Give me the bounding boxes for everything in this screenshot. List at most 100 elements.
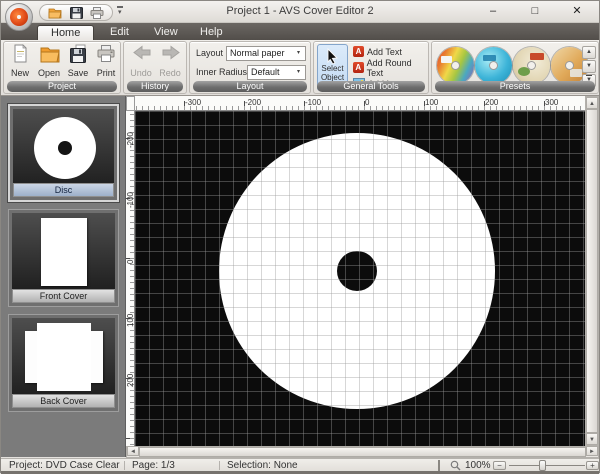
save-floppy-icon <box>68 44 88 63</box>
close-button[interactable]: ✕ <box>557 1 597 22</box>
undo-button[interactable]: Undo ▾ <box>127 44 155 82</box>
sidebar-item-disc[interactable]: Disc <box>8 104 119 202</box>
disc-object[interactable] <box>219 133 495 409</box>
horizontal-scrollbar[interactable]: ◄ ► <box>126 446 599 458</box>
back-cover-thumbnail <box>12 318 115 396</box>
front-cover-thumbnail <box>12 213 115 291</box>
hruler-label: -200 <box>245 98 261 107</box>
cursor-arrow-icon <box>325 48 340 64</box>
front-cover-page <box>41 218 87 286</box>
vruler-label: -100 <box>126 190 135 210</box>
inner-radius-field-label: Inner Radius <box>196 65 247 80</box>
front-cover-label: Front Cover <box>12 289 115 303</box>
print-button[interactable]: Print <box>92 44 120 82</box>
zoom-section-divider <box>438 460 440 471</box>
magnifier-icon <box>450 460 461 471</box>
tab-view[interactable]: View <box>141 25 191 40</box>
scroll-left-icon[interactable]: ◄ <box>127 446 139 456</box>
preset-hole <box>527 61 536 70</box>
disc-preset-travel[interactable] <box>513 47 550 84</box>
group-label-project: Project <box>7 81 117 92</box>
pages-sidebar: Disc Front Cover Back Cover <box>1 96 126 457</box>
group-history: Undo ▾ Redo ▾ History <box>123 41 187 94</box>
scroll-down-icon[interactable]: ▼ <box>586 433 598 445</box>
design-canvas[interactable] <box>135 111 585 446</box>
hruler-label: -100 <box>305 98 321 107</box>
print-printer-icon <box>96 44 116 63</box>
add-text-icon: A <box>353 46 364 57</box>
hruler-label: 0 <box>365 98 369 107</box>
add-text-button[interactable]: A Add Text <box>353 45 402 58</box>
preset-label-chip <box>530 53 544 60</box>
group-presets: ▲ ▼ ▼ Presets <box>431 41 599 94</box>
hruler-label: 300 <box>545 98 558 107</box>
disc-preset-rainbow[interactable] <box>437 47 474 84</box>
menu-tab-bar: Home Edit View Help <box>1 23 599 40</box>
layout-combobox[interactable]: Normal paper ▾ <box>226 46 306 61</box>
inner-radius-combo-arrow-icon[interactable]: ▾ <box>293 66 304 79</box>
vertical-ruler: -200 -100 0 100 200 <box>126 111 135 446</box>
layout-field-label: Layout <box>196 46 223 61</box>
horizontal-scroll-thumb[interactable] <box>139 447 586 457</box>
preset-hole <box>451 61 460 70</box>
preset-hole <box>489 61 498 70</box>
group-label-layout: Layout <box>193 81 307 92</box>
app-logo-icon[interactable] <box>5 3 33 31</box>
ruler-corner <box>126 96 135 111</box>
vruler-label: 200 <box>126 370 135 390</box>
preset-label-chip <box>441 56 452 63</box>
add-round-text-button[interactable]: A Add Round Text <box>353 61 428 74</box>
preset-photo-chip <box>570 69 582 77</box>
redo-arrow-icon <box>160 44 180 63</box>
app-window: ▾ Project 1 - AVS Cover Editor 2 – □ ✕ H… <box>0 0 600 473</box>
sidebar-item-front-cover[interactable]: Front Cover <box>8 209 119 307</box>
preset-hole <box>565 61 574 70</box>
sidebar-item-back-cover[interactable]: Back Cover <box>8 314 119 412</box>
tab-help[interactable]: Help <box>187 25 236 40</box>
disc-thumbnail <box>13 109 114 187</box>
new-button[interactable]: New ▾ <box>6 44 34 82</box>
open-button[interactable]: Open <box>35 44 63 82</box>
presets-scroll-up-icon[interactable]: ▲ <box>582 46 596 59</box>
group-general-tools: Select Object A Add Text A Add Round Tex… <box>313 41 429 94</box>
group-label-presets: Presets <box>435 81 595 92</box>
disc-thumb-hole <box>58 141 72 155</box>
app-logo-dot <box>17 15 21 19</box>
group-label-general-tools: General Tools <box>317 81 425 92</box>
undo-arrow-icon <box>131 44 151 63</box>
hruler-label: 200 <box>485 98 498 107</box>
ribbon: New ▾ Open Save Print Proj <box>1 40 599 96</box>
status-divider <box>124 461 125 470</box>
back-cover-page <box>37 323 91 391</box>
disc-label: Disc <box>13 183 114 197</box>
disc-preset-blue[interactable] <box>475 47 512 84</box>
layout-combo-arrow-icon[interactable]: ▾ <box>293 47 304 60</box>
redo-button[interactable]: Redo ▾ <box>156 44 184 82</box>
status-divider <box>219 461 220 470</box>
save-button[interactable]: Save <box>64 44 92 82</box>
scroll-up-icon[interactable]: ▲ <box>586 97 598 109</box>
zoom-in-button[interactable]: + <box>586 461 599 470</box>
tab-edit[interactable]: Edit <box>97 25 142 40</box>
tab-home[interactable]: Home <box>37 25 94 40</box>
vertical-scrollbar[interactable]: ▲ ▼ <box>585 96 599 446</box>
open-folder-icon <box>39 44 59 63</box>
scroll-right-icon[interactable]: ► <box>586 446 598 456</box>
zoom-slider-thumb[interactable] <box>539 460 546 471</box>
disc-thumb-disc <box>34 117 96 179</box>
horizontal-ruler: -300 -200 -100 0 100 200 300 <box>135 96 585 111</box>
hruler-label: 100 <box>425 98 438 107</box>
vruler-label: 0 <box>126 252 135 272</box>
add-round-text-icon: A <box>353 62 364 73</box>
disc-center-hole <box>337 251 377 291</box>
inner-radius-combobox[interactable]: Default ▾ <box>247 65 306 80</box>
presets-scroll-down-icon[interactable]: ▼ <box>582 60 596 73</box>
vertical-scroll-thumb[interactable] <box>586 109 598 433</box>
maximize-button[interactable]: □ <box>515 1 555 22</box>
vruler-label: -200 <box>126 130 135 150</box>
zoom-slider-track[interactable] <box>509 465 585 466</box>
zoom-out-button[interactable]: − <box>493 461 506 470</box>
hruler-label: -300 <box>185 98 201 107</box>
minimize-button[interactable]: – <box>473 1 513 22</box>
back-cover-label: Back Cover <box>12 394 115 408</box>
